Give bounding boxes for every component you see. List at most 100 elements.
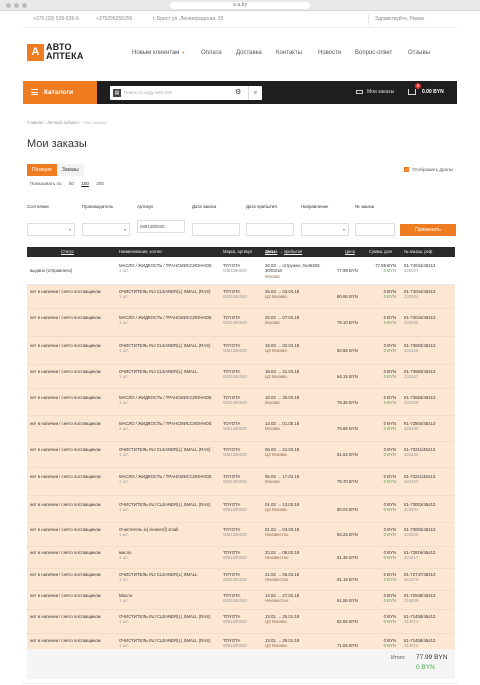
row-price: 60.86 BYN bbox=[337, 294, 358, 299]
table-row[interactable]: нет в наличии / снято поставщиком ОЧИСТИТ… bbox=[27, 442, 455, 468]
row-product[interactable]: МАСЛО / ЖИДКОСТЬ / ТРАНСМИССИОННОЕ 1 шт. bbox=[119, 315, 217, 326]
row-brand: TOYOTA 0881380020 bbox=[223, 527, 247, 538]
address-bar[interactable]: а-а.by bbox=[170, 2, 310, 9]
row-product[interactable]: ОЧИСТИТЕЛЬ INJ CLEANER(L) SMALL (RAS) 1 ш… bbox=[119, 502, 217, 513]
row-order[interactable]: К1-73683/45413 326128 bbox=[404, 395, 435, 406]
row-product[interactable]: Очиститель inj cleaner(l) small 1 шт. bbox=[119, 527, 217, 538]
per-page-100[interactable]: 100 bbox=[81, 181, 89, 186]
row-status: нет в наличии / снято поставщиком bbox=[30, 637, 101, 643]
table-row[interactable]: нет в наличии / снято поставщиком МАСЛО /… bbox=[27, 309, 455, 337]
nav-news[interactable]: Новости bbox=[318, 50, 341, 56]
row-product[interactable]: МАСЛО / ЖИДКОСТЬ / ТРАНСМИССИОННОЕ 1 шт. bbox=[119, 421, 217, 432]
row-order[interactable]: К1-74044/45413 328004 bbox=[404, 289, 435, 300]
row-product[interactable]: МАСЛО / ЖИДКОСТЬ / ТРАНСМИССИОННОЕ 1 шт. bbox=[119, 263, 217, 274]
table-row[interactable]: нет в наличии / снято поставщиком Масло 1 … bbox=[27, 591, 455, 610]
nav-faq[interactable]: Вопрос-ответ bbox=[355, 50, 392, 56]
filter-arrival-date-input[interactable] bbox=[246, 223, 294, 236]
breadcrumb-cabinet[interactable]: Личный кабинет bbox=[47, 120, 79, 125]
catalog-button[interactable]: Каталоги bbox=[23, 81, 97, 104]
row-brand: TOYOTA 0881380020 bbox=[223, 572, 247, 583]
row-order[interactable]: К1-73211/45413 323449 bbox=[404, 447, 435, 458]
my-orders-link[interactable]: Мои заказы bbox=[356, 81, 394, 104]
filter-state-select[interactable]: ▾ bbox=[27, 223, 75, 236]
row-product[interactable]: ОЧИСТИТЕЛЬ INJ CLEANER(L) SMALL 1 шт. bbox=[119, 572, 217, 583]
nav-payment[interactable]: Оплата bbox=[201, 50, 222, 56]
filter-order-date-input[interactable] bbox=[192, 223, 240, 236]
row-product[interactable]: масло 1 шт. bbox=[119, 550, 217, 561]
row-order[interactable]: К1-73683/45413 326127 bbox=[404, 369, 435, 380]
user-greeting[interactable]: Здравствуйте, Роман bbox=[375, 11, 424, 28]
filter-order-no-input[interactable] bbox=[355, 223, 395, 236]
row-price: 79.10 BYN bbox=[337, 320, 358, 325]
row-product[interactable]: ОЧИСТИТЕЛЬ INJ CLEANER(L) SMALL (RAS) 1 ш… bbox=[119, 614, 217, 625]
row-product[interactable]: ОЧИСТИТЕЛЬ INJ CLEANER(L) SMALL (RAS) 1 ш… bbox=[119, 289, 217, 300]
nav-contacts[interactable]: Контакты bbox=[276, 50, 302, 56]
search-icon[interactable]: ⌕ bbox=[248, 86, 262, 100]
row-order[interactable]: К1-73211/45413 323450 bbox=[404, 474, 435, 485]
main-toolbar: Каталоги ▤ Поиск по коду или VIN ⚙ ⌕ Мои… bbox=[23, 81, 457, 104]
row-product[interactable]: ОЧИСТИТЕЛЬ INJ CLEANER(L) SMALL (RAS) 1 ш… bbox=[119, 638, 217, 649]
per-page-50[interactable]: 50 bbox=[69, 181, 74, 186]
table-row[interactable]: нет в наличии / снято поставщиком масло 1 … bbox=[27, 547, 455, 569]
row-product[interactable]: МАСЛО / ЖИДКОСТЬ / ТРАНСМИССИОННОЕ 1 шт. bbox=[119, 395, 217, 406]
table-row[interactable]: нет в наличии / снято поставщиком МАСЛО /… bbox=[27, 468, 455, 496]
filter-direction-select[interactable]: ▾ bbox=[301, 223, 349, 236]
filter-maker-select[interactable]: ▾ bbox=[82, 223, 130, 236]
checkbox-checked-icon[interactable]: ✓ bbox=[404, 167, 410, 173]
row-product[interactable]: ОЧИСТИТЕЛЬ INJ CLEANER(L) SMALL 1 шт. bbox=[119, 369, 217, 380]
breadcrumb-home[interactable]: Главная bbox=[27, 120, 43, 125]
per-page-200[interactable]: 200 bbox=[96, 181, 104, 186]
row-product[interactable]: ОЧИСТИТЕЛЬ INJ CLEANER(L) SMALL (RAS) 1 ш… bbox=[119, 447, 217, 458]
table-row[interactable]: нет в наличии / снято поставщиком МАСЛО /… bbox=[27, 389, 455, 416]
phone-1[interactable]: +375 (29) 526-526-6 bbox=[33, 11, 79, 28]
col-price[interactable]: Цена bbox=[345, 247, 355, 257]
row-dates: 01.03 → 13.03.18 ЦЗ Москва bbox=[265, 501, 300, 512]
row-order[interactable]: К1-71458/45413 313672 bbox=[404, 638, 435, 649]
col-status[interactable]: Статус bbox=[61, 247, 74, 257]
row-product[interactable]: ОЧИСТИТЕЛЬ INJ CLEANER(L) SMALL (RAS) 1 ш… bbox=[119, 343, 217, 354]
row-order[interactable]: К1-74044/45413 328027 bbox=[404, 263, 435, 274]
table-row[interactable]: нет в наличии / снято поставщиком МАСЛО /… bbox=[27, 416, 455, 442]
row-product[interactable]: Масло 1 шт. bbox=[119, 593, 217, 604]
chevron-down-icon: ▾ bbox=[123, 227, 126, 232]
phone-2[interactable]: +375295255256 bbox=[96, 11, 132, 28]
col-dates[interactable]: Даты заказа → прибытия bbox=[265, 247, 302, 257]
filter-state-label: Состояние bbox=[27, 204, 49, 209]
table-row[interactable]: нет в наличии / снято поставщиком ОЧИСТИТ… bbox=[27, 496, 455, 523]
table-row[interactable]: выдано (отправлено) МАСЛО / ЖИДКОСТЬ / ТР… bbox=[27, 257, 455, 285]
row-order[interactable]: К1-73003/45413 322504 bbox=[404, 502, 435, 513]
table-row[interactable]: нет в наличии / снято поставщиком ОЧИСТИТ… bbox=[27, 285, 455, 309]
table-row[interactable]: нет в наличии / снято поставщиком Очистит… bbox=[27, 523, 455, 547]
tab-positions[interactable]: Позиции bbox=[27, 164, 57, 176]
search-box[interactable]: ▤ Поиск по коду или VIN ⚙ ⌕ bbox=[110, 86, 262, 100]
row-order[interactable]: К1-73003/45413 322505 bbox=[404, 527, 435, 538]
window-controls[interactable] bbox=[6, 3, 27, 8]
row-order[interactable]: К1-74044/45413 328005 bbox=[404, 315, 435, 326]
row-product[interactable]: МАСЛО / ЖИДКОСТЬ / ТРАНСМИССИОННОЕ 1 шт. bbox=[119, 474, 217, 485]
settings-icon[interactable]: ⚙ bbox=[235, 86, 241, 100]
nav-delivery[interactable]: Доставка bbox=[236, 50, 262, 56]
table-row[interactable]: нет в наличии / снято поставщиком ОЧИСТИТ… bbox=[27, 569, 455, 591]
table-row[interactable]: нет в наличии / снято поставщиком ОЧИСТИТ… bbox=[27, 610, 455, 634]
row-sum: 0 BYN 0 BYN bbox=[383, 614, 396, 625]
apply-button[interactable]: Применить bbox=[400, 224, 456, 236]
filter-article-input[interactable]: 0881380020 bbox=[137, 220, 185, 233]
row-order[interactable]: К1-72747/45413 321076 bbox=[404, 572, 435, 583]
table-row[interactable]: нет в наличии / снято поставщиком ОЧИСТИТ… bbox=[27, 365, 455, 389]
logo[interactable]: A АВТО АПТЕКА bbox=[27, 43, 84, 61]
catalog-search-icon[interactable]: ▤ bbox=[113, 89, 121, 97]
row-brand: TOYOTA 0881380020 bbox=[223, 447, 247, 458]
nav-reviews[interactable]: Отзывы bbox=[408, 50, 430, 56]
search-input[interactable]: Поиск по коду или VIN bbox=[124, 86, 172, 100]
row-order[interactable]: К1-72819/45413 321517 bbox=[404, 550, 435, 561]
tab-orders[interactable]: Заказы bbox=[56, 164, 84, 176]
row-order[interactable]: К1-73683/45413 326126 bbox=[404, 343, 435, 354]
nav-new-clients[interactable]: Новым клиентам ▼ bbox=[132, 50, 185, 56]
row-order[interactable]: К1-72548/45413 319939 bbox=[404, 593, 435, 604]
row-order[interactable]: К1-71458/45413 313671 bbox=[404, 614, 435, 625]
show-drops-toggle[interactable]: ✓ Отображать дропы bbox=[404, 167, 453, 173]
table-row[interactable]: нет в наличии / снято поставщиком ОЧИСТИТ… bbox=[27, 337, 455, 365]
cart-button[interactable]: 0 0.00 BYN bbox=[408, 81, 444, 104]
row-order[interactable]: К1-73504/45413 325180 bbox=[404, 421, 435, 432]
row-brand: TOYOTA 0881380020 bbox=[223, 593, 247, 604]
